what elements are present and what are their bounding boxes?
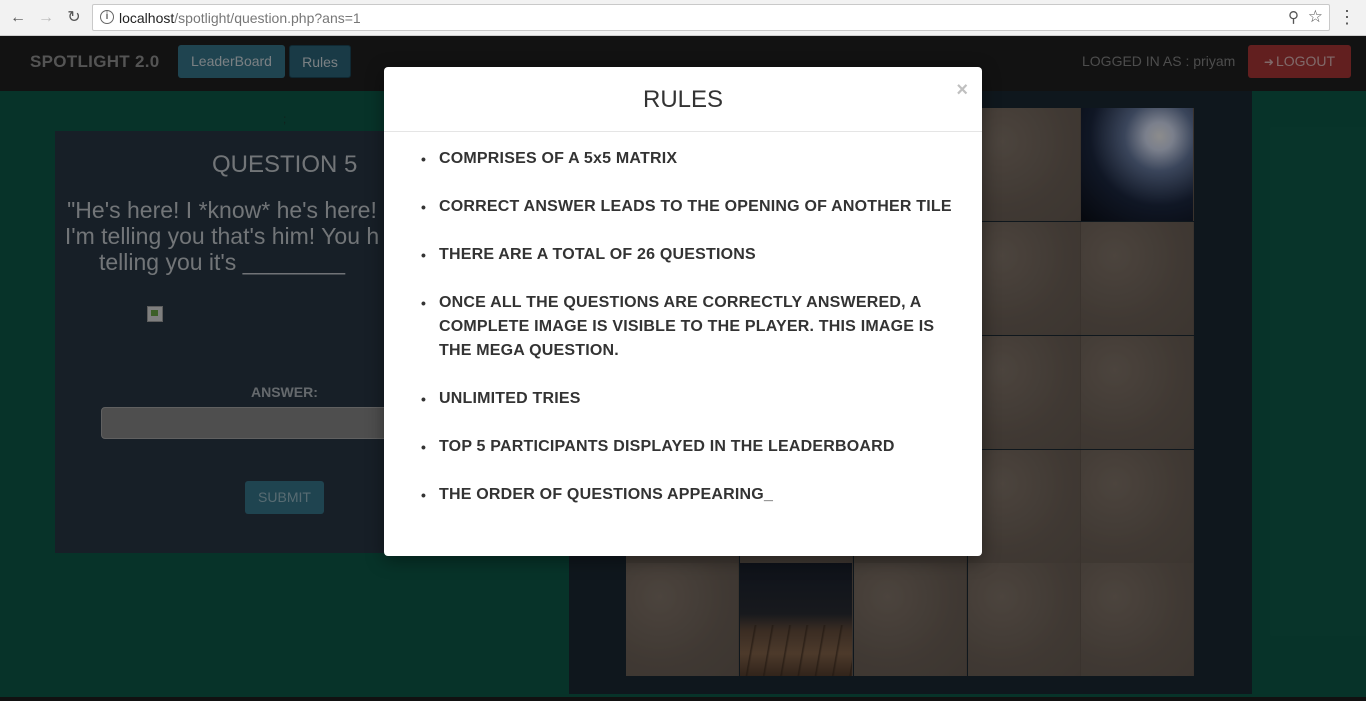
rule-item: TOP 5 PARTICIPANTS DISPLAYED IN THE LEAD… <box>384 435 982 459</box>
rules-modal: RULES × COMPRISES OF A 5x5 MATRIX CORREC… <box>384 67 982 556</box>
browser-toolbar: ← → ↻ i localhost/spotlight/question.php… <box>0 0 1366 36</box>
url-host: localhost <box>119 10 175 26</box>
close-icon[interactable]: × <box>956 79 968 102</box>
star-icon[interactable]: ☆ <box>1308 7 1323 27</box>
rule-item: THERE ARE A TOTAL OF 26 QUESTIONS <box>384 243 982 267</box>
reload-icon[interactable]: ↻ <box>64 8 84 28</box>
address-bar[interactable]: i localhost/spotlight/question.php?ans=1… <box>92 4 1330 31</box>
modal-header: RULES × <box>384 67 982 132</box>
modal-title: RULES <box>642 86 724 113</box>
bottom-strip <box>0 697 1366 701</box>
rule-item: CORRECT ANSWER LEADS TO THE OPENING OF A… <box>384 195 982 219</box>
rules-list: COMPRISES OF A 5x5 MATRIX CORRECT ANSWER… <box>384 147 982 531</box>
rule-item: UNLIMITED TRIES <box>384 387 982 411</box>
rule-item: THE ORDER OF QUESTIONS APPEARING_ <box>384 483 982 507</box>
rule-item: COMPRISES OF A 5x5 MATRIX <box>384 147 982 171</box>
back-arrow-icon[interactable]: ← <box>8 8 28 28</box>
kebab-menu-icon[interactable]: ⋮ <box>1338 7 1356 27</box>
info-icon[interactable]: i <box>100 10 114 24</box>
url-path: /spotlight/question.php?ans=1 <box>174 10 361 26</box>
url-text: localhost/spotlight/question.php?ans=1 <box>119 10 361 26</box>
key-icon[interactable]: ⚲ <box>1288 8 1299 26</box>
rule-item: ONCE ALL THE QUESTIONS ARE CORRECTLY ANS… <box>384 291 982 363</box>
forward-arrow-icon[interactable]: → <box>36 8 56 28</box>
